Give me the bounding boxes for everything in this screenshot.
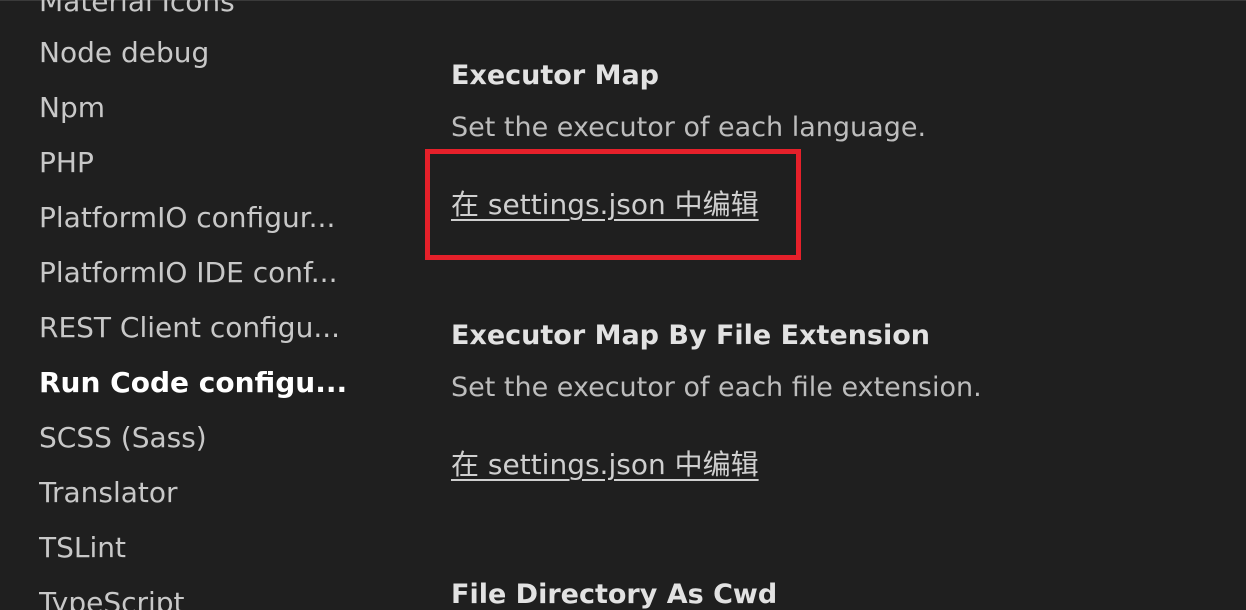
setting-description-executor-map-by-ext: Set the executor of each file extension. [451,372,982,403]
toc-item-platformio-ide-config[interactable]: PlatformIO IDE conf... [39,253,359,293]
settings-editor: Material Icons Node debug Npm PHP Platfo… [0,0,1246,610]
toc-item-node-debug[interactable]: Node debug [39,33,359,73]
setting-title-file-directory-as-cwd: File Directory As Cwd [451,579,778,610]
toc-item-translator[interactable]: Translator [39,473,359,513]
settings-toc: Material Icons Node debug Npm PHP Platfo… [0,0,370,610]
highlight-box [425,149,801,260]
toc-item-scss[interactable]: SCSS (Sass) [39,418,359,458]
toc-item-platformio-config[interactable]: PlatformIO configur... [39,198,359,238]
toc-item-typescript[interactable]: TypeScript [39,583,359,610]
toc-item-material-icons[interactable]: Material Icons [39,0,359,22]
toc-item-tslint[interactable]: TSLint [39,528,359,568]
toc-item-php[interactable]: PHP [39,143,359,183]
toc-item-rest-client-config[interactable]: REST Client configu... [39,308,359,348]
setting-title-executor-map: Executor Map [451,60,659,91]
toc-item-npm[interactable]: Npm [39,88,359,128]
setting-title-executor-map-by-ext: Executor Map By File Extension [451,320,931,351]
edit-in-settings-json-link-ext[interactable]: 在 settings.json 中编辑 [451,445,759,485]
toc-item-run-code-config[interactable]: Run Code configu... [39,363,359,403]
setting-description-executor-map: Set the executor of each language. [451,112,927,143]
